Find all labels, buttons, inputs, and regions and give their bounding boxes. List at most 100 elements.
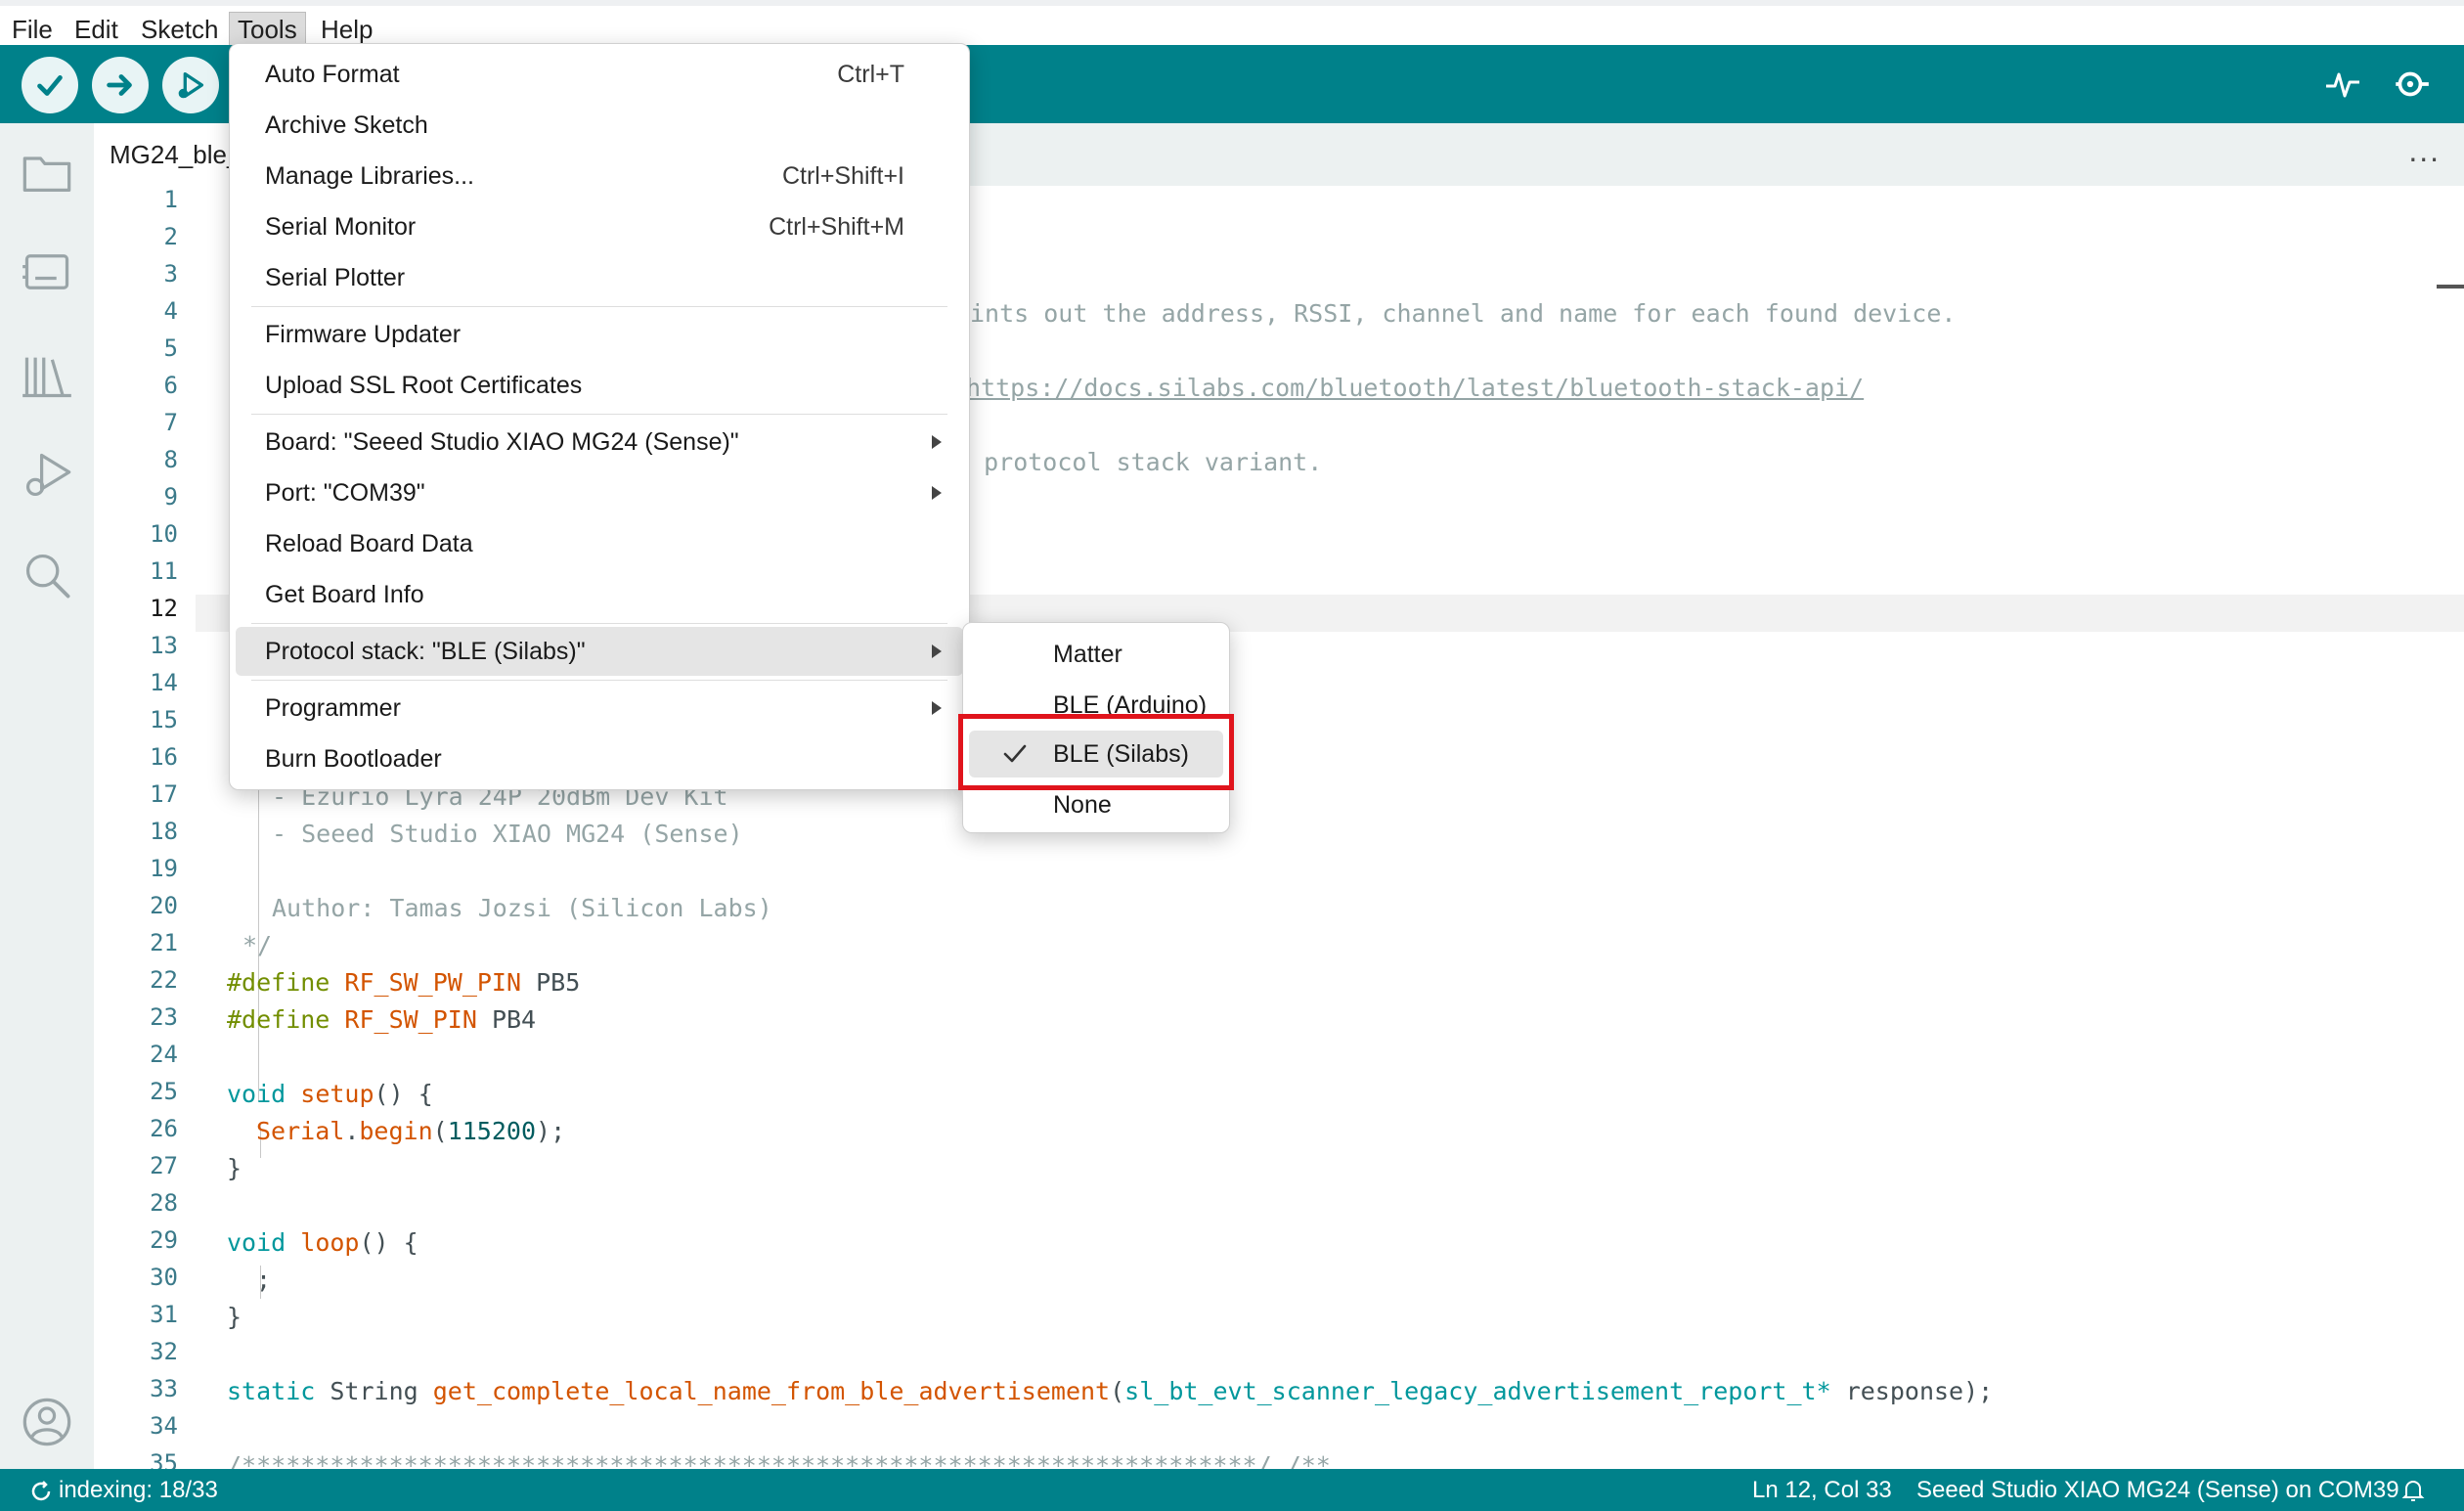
line-number: 11 (150, 557, 178, 585)
menu-port[interactable]: Port: "COM39" (236, 468, 963, 517)
line-number: 26 (150, 1115, 178, 1142)
type-keyword: void (227, 1228, 286, 1257)
menu-item-label: Reload Board Data (265, 530, 473, 557)
serial-plotter-button[interactable] (2319, 61, 2366, 108)
menu-protocol-stack[interactable]: Protocol stack: "BLE (Silabs)" (236, 627, 963, 676)
static-keyword: static (227, 1377, 316, 1405)
line-number: 23 (150, 1003, 178, 1031)
menu-item-label: Archive Sketch (265, 111, 428, 139)
line-number: 28 (150, 1189, 178, 1217)
menu-programmer[interactable]: Programmer (236, 684, 963, 733)
debug-button[interactable] (162, 57, 219, 113)
line-number: 7 (163, 409, 178, 436)
code-line-4: ints out the address, RSSI, channel and … (970, 299, 1957, 328)
menu-serial-plotter[interactable]: Serial Plotter (236, 253, 963, 302)
line-number: 21 (150, 929, 178, 956)
indexing-text: indexing: 18/33 (59, 1477, 218, 1503)
line-number: 22 (150, 966, 178, 994)
submenu-arrow-icon (932, 701, 942, 715)
menu-item-label: Firmware Updater (265, 321, 462, 348)
menu-separator (251, 414, 947, 415)
line-number: 8 (163, 446, 178, 473)
menu-upload-ssl[interactable]: Upload SSL Root Certificates (236, 361, 963, 410)
menu-board[interactable]: Board: "Seeed Studio XIAO MG24 (Sense)" (236, 418, 963, 467)
code-line-27: } (227, 1154, 242, 1182)
folder-icon (22, 156, 71, 192)
menu-file[interactable]: File (4, 12, 61, 47)
line-number: 18 (150, 818, 178, 845)
punctuation: ); (536, 1117, 566, 1145)
line-number: 12 (150, 595, 178, 622)
menu-get-board-info[interactable]: Get Board Info (236, 570, 963, 619)
debug-panel-button[interactable] (16, 444, 78, 507)
line-number: 30 (150, 1264, 178, 1291)
menu-manage-libraries[interactable]: Manage Libraries... Ctrl+Shift+I (236, 152, 963, 200)
line-number: 34 (150, 1412, 178, 1440)
number-literal: 115200 (447, 1117, 537, 1145)
method-name: begin (359, 1117, 433, 1145)
more-actions-button[interactable]: ... (2408, 133, 2441, 169)
library-manager-button[interactable] (16, 344, 78, 407)
menu-firmware-updater[interactable]: Firmware Updater (236, 310, 963, 359)
board-icon (22, 254, 69, 289)
option-label: Matter (1053, 641, 1122, 668)
type-name: String (330, 1377, 418, 1405)
sync-icon (31, 1480, 51, 1500)
menu-edit[interactable]: Edit (66, 12, 126, 47)
shortcut-label: Ctrl+T (837, 61, 904, 88)
library-icon (22, 357, 71, 398)
line-number: 4 (163, 297, 178, 325)
menu-item-label: Burn Bootloader (265, 745, 442, 773)
code-line-21: */ (242, 931, 273, 959)
menu-item-label: Programmer (265, 694, 401, 722)
line-number: 25 (150, 1078, 178, 1105)
code-line-23: #define RF_SW_PIN PB4 (227, 1005, 536, 1034)
code-line-25: void setup() { (227, 1080, 433, 1108)
menu-sketch[interactable]: Sketch (133, 12, 227, 47)
line-number: 32 (150, 1338, 178, 1365)
debug-icon (25, 453, 71, 497)
line-number: 9 (163, 483, 178, 511)
code-line-22: #define RF_SW_PW_PIN PB5 (227, 968, 580, 997)
line-number: 33 (150, 1375, 178, 1402)
line-number: 1 (163, 186, 178, 213)
menu-item-label: Board: "Seeed Studio XIAO MG24 (Sense)" (265, 428, 739, 456)
profile-button[interactable] (16, 1391, 78, 1453)
menu-reload-board-data[interactable]: Reload Board Data (236, 519, 963, 568)
menu-separator (251, 306, 947, 307)
arrow-right-icon (107, 74, 132, 96)
menu-auto-format[interactable]: Auto Format Ctrl+T (236, 50, 963, 99)
sketchbook-button[interactable] (16, 141, 78, 203)
menu-separator (251, 680, 947, 681)
serial-monitor-button[interactable] (2388, 61, 2435, 108)
verify-button[interactable] (22, 57, 78, 113)
punctuation: () { (359, 1228, 418, 1257)
menu-burn-bootloader[interactable]: Burn Bootloader (236, 734, 963, 783)
menu-item-label: Protocol stack: "BLE (Silabs)" (265, 638, 586, 665)
menu-item-label: Upload SSL Root Certificates (265, 372, 583, 399)
menu-serial-monitor[interactable]: Serial Monitor Ctrl+Shift+M (236, 202, 963, 251)
macro-name: RF_SW_PIN (344, 1005, 477, 1034)
menu-separator (251, 623, 947, 624)
menu-archive-sketch[interactable]: Archive Sketch (236, 101, 963, 150)
menu-item-label: Manage Libraries... (265, 162, 475, 190)
function-name: setup (300, 1080, 374, 1108)
menu-item-label: Port: "COM39" (265, 479, 425, 507)
line-number: 15 (150, 706, 178, 733)
macro-value: PB5 (536, 968, 581, 997)
serial-plotter-icon (2326, 72, 2359, 98)
line-number: 3 (163, 260, 178, 288)
submenu-arrow-icon (932, 435, 942, 449)
debug-play-icon (178, 71, 204, 99)
code-line-6[interactable]: https://docs.silabs.com/bluetooth/latest… (966, 374, 1864, 402)
board-port-status[interactable]: Seeed Studio XIAO MG24 (Sense) on COM39 (1916, 1469, 2399, 1511)
upload-button[interactable] (92, 57, 149, 113)
scrollbar-marker[interactable] (2437, 285, 2464, 289)
code-line-29: void loop() { (227, 1228, 418, 1257)
menu-help[interactable]: Help (313, 12, 380, 47)
code-line-20: Author: Tamas Jozsi (Silicon Labs) (272, 894, 772, 922)
protocol-option-matter[interactable]: Matter (969, 631, 1223, 678)
boards-manager-button[interactable] (16, 241, 78, 303)
notifications-button[interactable] (2401, 1477, 2425, 1504)
search-button[interactable] (16, 544, 78, 606)
